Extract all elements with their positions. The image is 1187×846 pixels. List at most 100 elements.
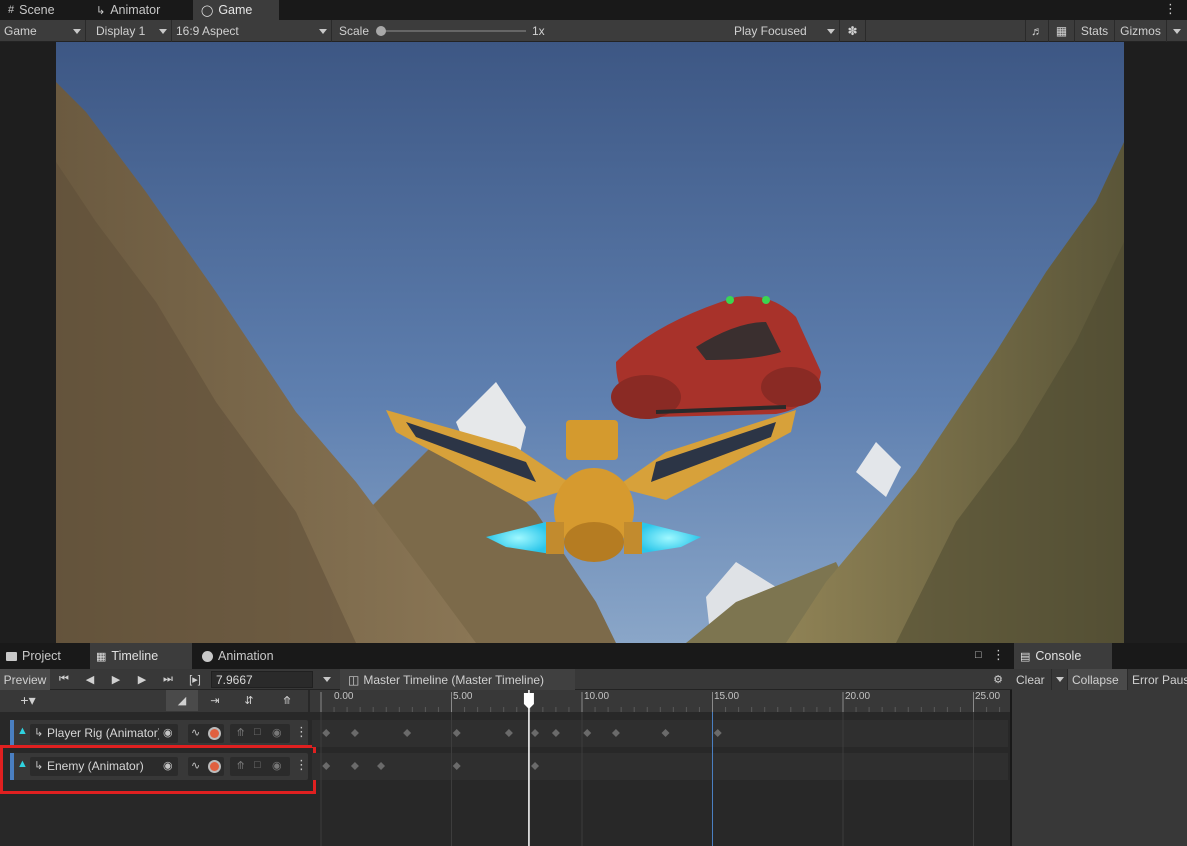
tab-game[interactable]: ◯ Game bbox=[193, 0, 279, 20]
editor-tab-bar: # Scene ↳ Animator ◯ Game ⋮ bbox=[0, 0, 1187, 20]
clip-edit-mode-icon[interactable]: ◢ bbox=[166, 690, 198, 711]
tab-animation[interactable]: Animation bbox=[196, 643, 280, 669]
preview-toggle[interactable]: Preview bbox=[0, 669, 50, 690]
play-mode-dropdown[interactable]: Play Focused bbox=[730, 20, 840, 42]
frame-input[interactable]: 7.9667 bbox=[211, 671, 313, 688]
playhead-handle[interactable] bbox=[523, 693, 534, 709]
chevron-down-icon bbox=[1055, 677, 1064, 682]
tab-animation-label: Animation bbox=[218, 649, 274, 663]
add-track-button[interactable]: +▾ bbox=[10, 690, 46, 711]
film-icon: ▦ bbox=[96, 650, 107, 663]
aspect-dropdown[interactable]: 16:9 Aspect bbox=[172, 20, 332, 42]
game-scene-image bbox=[56, 42, 1124, 643]
record-button[interactable] bbox=[208, 727, 221, 740]
game-toolbar: Game Display 1 16:9 Aspect Scale 1x Play… bbox=[0, 20, 1187, 42]
gizmos-dropdown[interactable] bbox=[1167, 20, 1187, 42]
keyframe-marker[interactable] bbox=[583, 729, 592, 737]
gear-icon[interactable]: ⚙ bbox=[988, 669, 1008, 690]
more-options-icon[interactable]: ⋮ bbox=[1164, 2, 1177, 16]
display-dropdown[interactable]: Display 1 bbox=[92, 20, 172, 42]
animation-track-icon: ▲ bbox=[17, 725, 28, 737]
cube-icon: ◫ bbox=[348, 672, 360, 687]
keyframe-marker[interactable] bbox=[713, 729, 722, 737]
more-options-icon[interactable]: ⋮ bbox=[992, 647, 1005, 663]
keyframe-marker[interactable] bbox=[403, 729, 412, 737]
tab-animator-label: Animator bbox=[110, 3, 161, 17]
prev-frame-icon[interactable]: ◀ bbox=[78, 669, 102, 690]
console-log-area[interactable] bbox=[1012, 690, 1187, 846]
curves-record-group: ∿ bbox=[188, 724, 224, 743]
keyframe-marker[interactable] bbox=[551, 729, 560, 737]
eye-icon[interactable]: ◉ bbox=[272, 726, 282, 739]
error-pause-toggle[interactable]: Error Pause bbox=[1128, 669, 1187, 690]
grid-icon: # bbox=[8, 4, 15, 16]
keyframe-marker[interactable] bbox=[531, 729, 540, 737]
goto-start-icon[interactable]: ⏮ bbox=[52, 669, 76, 690]
keyframe-marker[interactable] bbox=[531, 762, 540, 770]
keyframe-marker[interactable] bbox=[322, 762, 331, 770]
tab-animator[interactable]: ↳ Animator bbox=[88, 0, 168, 20]
track-color-bar bbox=[10, 720, 14, 747]
scale-slider[interactable] bbox=[380, 30, 526, 32]
frame-format-dropdown[interactable] bbox=[318, 669, 336, 690]
gizmos-button[interactable]: Gizmos bbox=[1115, 20, 1167, 42]
clock-icon bbox=[202, 650, 213, 662]
clear-button[interactable]: Clear bbox=[1012, 669, 1052, 690]
gamepad-icon: ◯ bbox=[201, 4, 214, 17]
tab-timeline[interactable]: ▦ Timeline bbox=[90, 643, 192, 669]
tab-scene-label: Scene bbox=[19, 3, 55, 17]
chevron-down-icon bbox=[1173, 28, 1181, 34]
timeline-asset-breadcrumb[interactable]: ◫ Master Timeline (Master Timeline) bbox=[340, 669, 575, 690]
keyboard-icon[interactable]: ▦ bbox=[1049, 20, 1075, 42]
lock-icon[interactable]: □ bbox=[975, 649, 982, 661]
folder-icon bbox=[6, 651, 17, 661]
more-options-icon[interactable]: ⋮ bbox=[295, 724, 308, 740]
keyframe-marker[interactable] bbox=[504, 729, 513, 737]
scale-value: 1x bbox=[532, 24, 545, 38]
scale-control: Scale 1x bbox=[335, 20, 545, 42]
chevron-down-icon bbox=[73, 28, 81, 34]
scale-slider-handle[interactable] bbox=[376, 26, 386, 36]
display-mode-dropdown[interactable]: Game bbox=[0, 20, 86, 42]
keyframe-marker[interactable] bbox=[350, 729, 359, 737]
console-toolbar: Clear Collapse Error Pause bbox=[1012, 669, 1187, 690]
ripple-mode-icon[interactable]: ⇥ bbox=[200, 690, 230, 711]
keyframe-marker[interactable] bbox=[452, 729, 461, 737]
keyframe-marker[interactable] bbox=[452, 762, 461, 770]
tab-game-label: Game bbox=[218, 3, 253, 17]
play-mode-label: Play Focused bbox=[734, 24, 807, 38]
tab-project-label: Project bbox=[22, 649, 61, 663]
play-range-icon[interactable]: [▸] bbox=[183, 669, 207, 690]
keyframe-marker[interactable] bbox=[377, 762, 386, 770]
tab-scene[interactable]: # Scene bbox=[0, 0, 63, 20]
track-header-player-rig[interactable]: ▲ ↳ Player Rig (Animator) ◉ ∿ ⤊ □ ◉ ⋮ bbox=[10, 720, 308, 747]
tab-console[interactable]: ▤ Console bbox=[1014, 643, 1112, 669]
chevron-down-icon bbox=[323, 677, 331, 682]
console-icon: ▤ bbox=[1020, 650, 1031, 663]
track-options-group: ⤊ □ ◉ bbox=[230, 724, 290, 743]
chevron-down-icon bbox=[827, 28, 835, 34]
collapse-toggle[interactable]: Collapse bbox=[1068, 669, 1128, 690]
replace-mode-icon[interactable]: ⇵ bbox=[234, 690, 264, 711]
play-icon[interactable]: ▶ bbox=[104, 669, 128, 690]
scale-label: Scale bbox=[339, 24, 370, 38]
goto-end-icon[interactable]: ⏭ bbox=[156, 669, 180, 690]
lock-icon[interactable]: □ bbox=[254, 726, 261, 738]
tab-project[interactable]: Project bbox=[0, 643, 67, 669]
game-viewport[interactable] bbox=[0, 42, 1187, 643]
keyframe-marker[interactable] bbox=[661, 729, 670, 737]
timeline-toolbar: Preview ⏮ ◀ ▶ ▶ ⏭ [▸] 7.9667 ◫ Master Ti… bbox=[0, 669, 1012, 690]
pin-icon[interactable]: ⤊ bbox=[275, 690, 299, 711]
keyframe-marker[interactable] bbox=[350, 762, 359, 770]
speaker-icon[interactable]: ♬ bbox=[1025, 20, 1049, 42]
object-picker-icon[interactable]: ◉ bbox=[163, 726, 173, 739]
curves-icon[interactable]: ∿ bbox=[191, 726, 200, 739]
pin-icon[interactable]: ⤊ bbox=[236, 726, 245, 739]
keyframe-marker[interactable] bbox=[611, 729, 620, 737]
stats-button[interactable]: Stats bbox=[1075, 20, 1115, 42]
clear-options-dropdown[interactable] bbox=[1052, 669, 1068, 690]
next-frame-icon[interactable]: ▶ bbox=[130, 669, 154, 690]
bug-icon[interactable]: ✽ bbox=[840, 20, 866, 42]
keyframe-marker[interactable] bbox=[322, 729, 331, 737]
bound-object-field[interactable]: ↳ Player Rig (Animator) ◉ bbox=[30, 724, 178, 743]
